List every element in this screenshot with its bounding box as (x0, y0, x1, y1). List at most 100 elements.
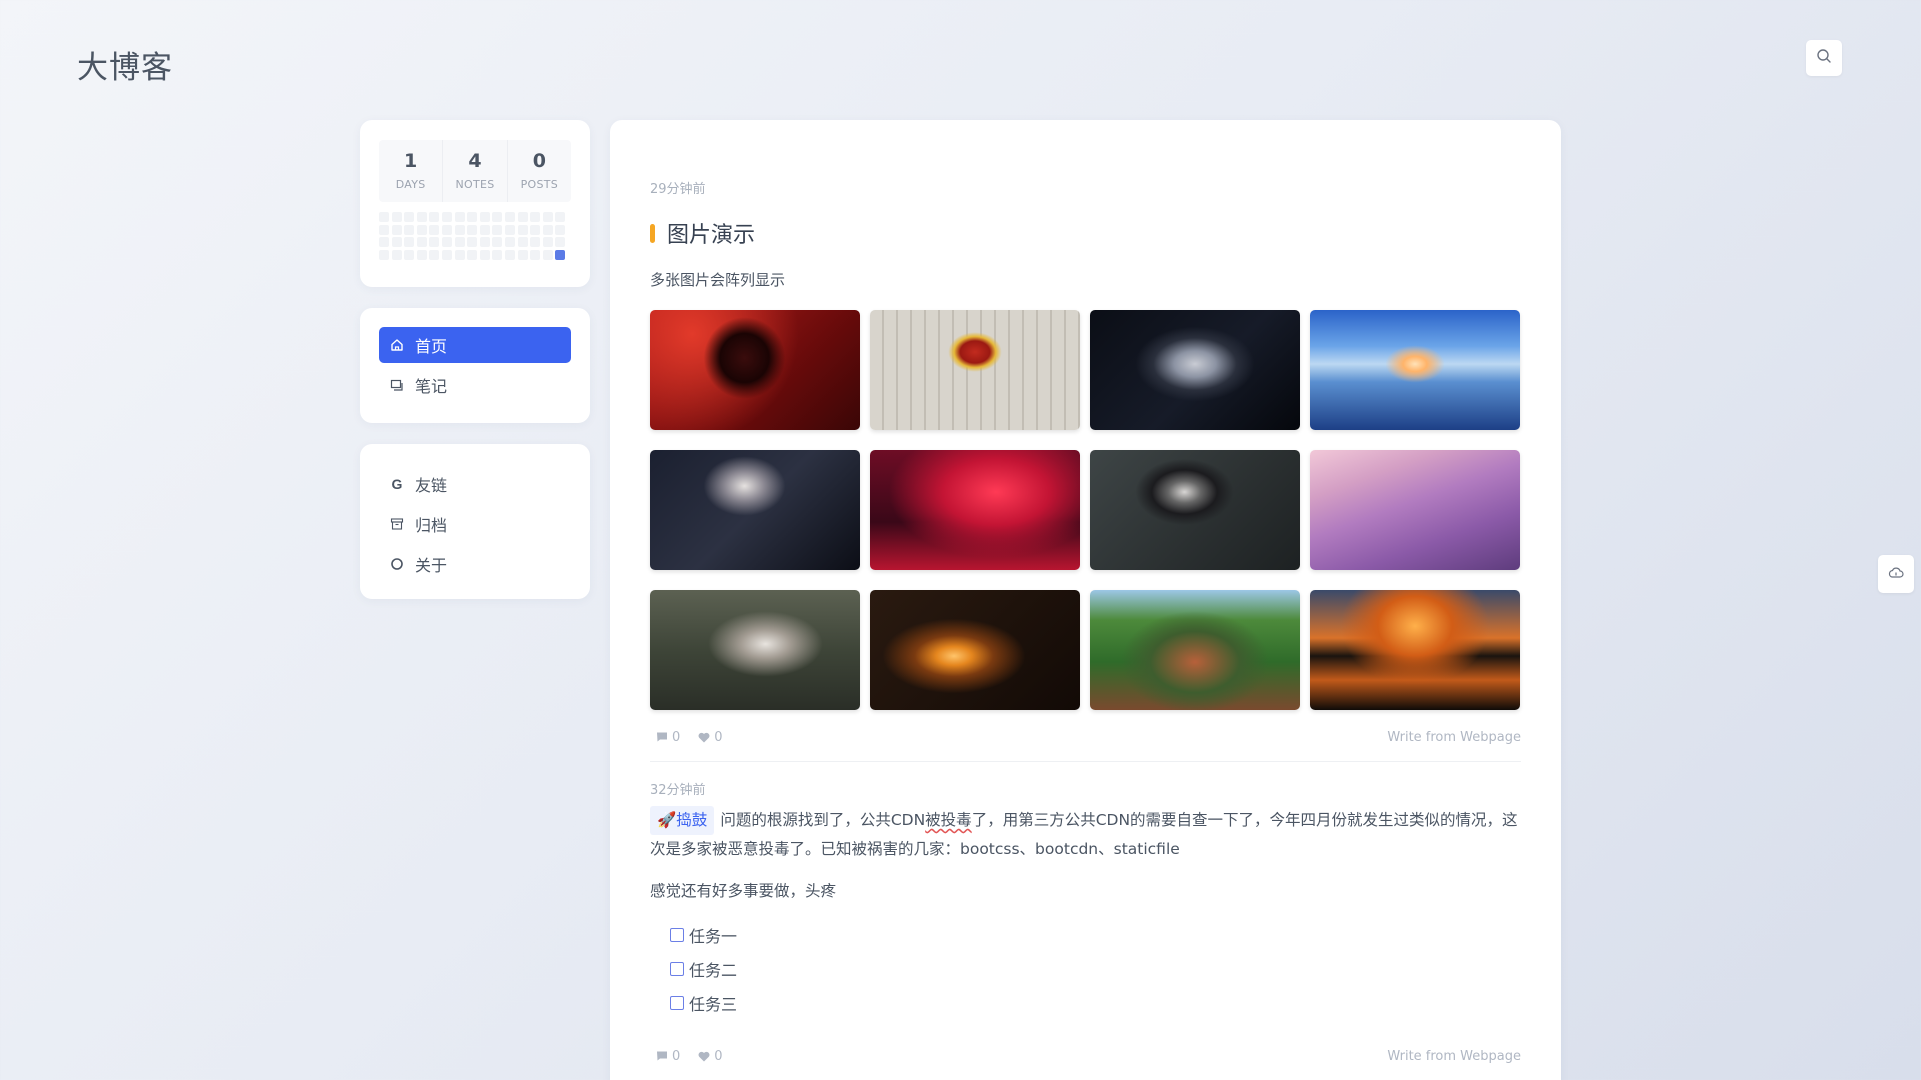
gallery-image[interactable] (1090, 450, 1300, 570)
gallery-image[interactable] (870, 310, 1080, 430)
post-footer: 0 0 Write from Webpage (650, 1046, 1521, 1066)
heatmap-cell (379, 237, 389, 248)
nav-item-friends[interactable]: G 友链 (379, 466, 571, 502)
comment-count[interactable]: 0 (656, 1049, 680, 1064)
heatmap-cell (441, 224, 452, 235)
heatmap-cell (517, 237, 528, 248)
heatmap-cell (555, 237, 566, 248)
heatmap-cell (542, 212, 553, 222)
heatmap-cell (492, 212, 503, 222)
heatmap-cell (467, 237, 478, 248)
heatmap-cell (416, 224, 427, 235)
nav-item-about[interactable]: 关于 (379, 546, 571, 582)
site-title[interactable]: 大博客 (77, 42, 173, 87)
heatmap-cell (555, 224, 566, 235)
circle-icon (389, 556, 405, 572)
gallery-image[interactable] (1090, 590, 1300, 710)
gallery-image[interactable] (650, 310, 860, 430)
heatmap-cell (404, 212, 415, 222)
google-icon: G (391, 476, 403, 492)
heatmap-cell (542, 224, 553, 235)
nav-item-archive[interactable]: 归档 (379, 506, 571, 542)
task-item[interactable]: 任务一 (670, 918, 1521, 952)
heatmap-cell (379, 224, 389, 235)
search-button[interactable] (1806, 40, 1842, 76)
heatmap-cell (404, 249, 415, 260)
nav-item-notes[interactable]: 笔记 (379, 367, 571, 403)
post-body: 🚀捣鼓 问题的根源找到了，公共CDN被投毒了，用第三方公共CDN的需要自查一下了，… (650, 806, 1521, 864)
heatmap-cell (416, 249, 427, 260)
like-count[interactable]: 0 (698, 1048, 723, 1064)
heatmap-cell (492, 249, 503, 260)
post-title: 图片演示 (650, 217, 1521, 249)
like-count-value: 0 (714, 1048, 723, 1064)
heatmap-cell (530, 237, 541, 248)
heatmap-cell (504, 212, 515, 222)
primary-nav: 首页 笔记 (360, 308, 590, 423)
heart-icon (698, 1051, 710, 1061)
checkbox[interactable] (670, 996, 684, 1010)
post-description: 多张图片会阵列显示 (650, 271, 786, 289)
post-text-underlined: 被投毒 (925, 811, 972, 829)
heatmap-cell (454, 212, 465, 222)
stat-notes: 4 NOTES (443, 140, 508, 202)
heatmap-cell (479, 237, 490, 248)
post-tag[interactable]: 🚀捣鼓 (650, 806, 715, 835)
heatmap-cell (504, 237, 515, 248)
stat-label: NOTES (455, 178, 495, 191)
note-icon (389, 377, 405, 393)
task-item[interactable]: 任务三 (670, 986, 1521, 1020)
gallery-image[interactable] (1090, 310, 1300, 430)
gallery-image[interactable] (650, 450, 860, 570)
gallery-image[interactable] (650, 590, 860, 710)
checkbox[interactable] (670, 928, 684, 942)
post-time: 32分钟前 (650, 783, 706, 798)
heatmap-cell (391, 212, 402, 222)
stat-value: 1 (404, 150, 418, 172)
gallery-image[interactable] (1310, 450, 1520, 570)
heatmap-cell (454, 224, 465, 235)
checkbox[interactable] (670, 962, 684, 976)
secondary-nav: G 友链 归档 关于 (360, 444, 590, 599)
task-item[interactable]: 任务二 (670, 952, 1521, 986)
post-title-text: 图片演示 (667, 223, 756, 248)
gallery-image[interactable] (870, 590, 1080, 710)
task-list: 任务一 任务二 任务三 (650, 918, 1521, 1020)
heatmap-cell (517, 249, 528, 260)
post-time: 29分钟前 (650, 182, 706, 197)
comment-count[interactable]: 0 (656, 730, 680, 745)
post-text: 32分钟前 🚀捣鼓 问题的根源找到了，公共CDN被投毒了，用第三方公共CDN的需要… (650, 762, 1521, 1066)
heatmap-cell (454, 249, 465, 260)
heatmap-cell (416, 212, 427, 222)
like-count-value: 0 (714, 729, 723, 745)
post-paragraph: 感觉还有好多事要做，头疼 (650, 882, 837, 900)
heatmap-cell (530, 249, 541, 260)
heatmap-cell (391, 224, 402, 235)
heatmap-cell (429, 224, 440, 235)
stat-posts: 0 POSTS (508, 140, 571, 202)
heatmap-cell (530, 224, 541, 235)
heatmap-cell (404, 237, 415, 248)
like-count[interactable]: 0 (698, 729, 723, 745)
cloud-button[interactable] (1878, 555, 1914, 593)
gallery-image[interactable] (1310, 590, 1520, 710)
gallery-image[interactable] (870, 450, 1080, 570)
task-label: 任务三 (689, 995, 738, 1014)
heatmap-cell (479, 212, 490, 222)
nav-label: 归档 (415, 516, 448, 535)
heatmap-cell (379, 212, 389, 222)
heatmap-cell (429, 212, 440, 222)
heatmap-cell (467, 249, 478, 260)
heatmap-cell (504, 224, 515, 235)
nav-item-home[interactable]: 首页 (379, 327, 571, 363)
heatmap-cell (391, 249, 402, 260)
heatmap-cell (441, 212, 452, 222)
cloud-icon (1888, 565, 1904, 584)
post-footer: 0 0 Write from Webpage (650, 727, 1521, 747)
heatmap-cell (479, 249, 490, 260)
post-source: Write from Webpage (1387, 729, 1521, 745)
archive-icon (389, 516, 405, 532)
heatmap-cell (555, 212, 566, 222)
gallery-image[interactable] (1310, 310, 1520, 430)
nav-label: 友链 (415, 476, 448, 495)
